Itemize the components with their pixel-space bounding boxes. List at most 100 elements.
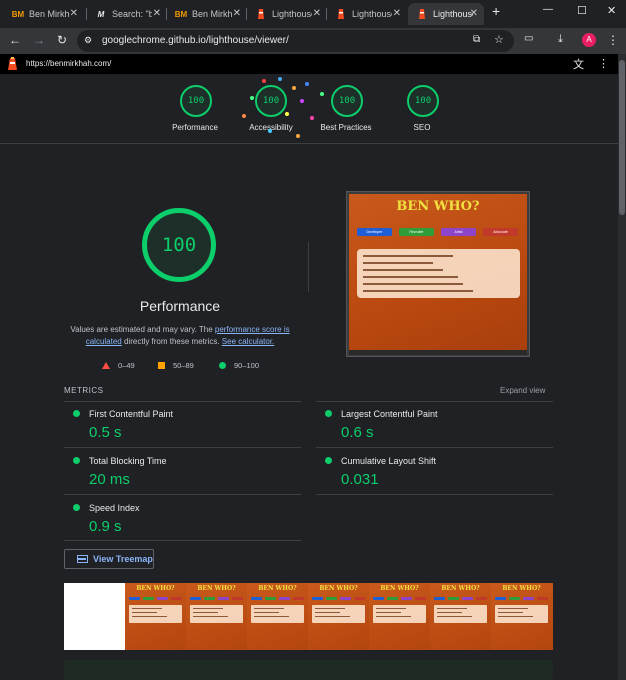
tab-strip: BM Ben Mirkhah ✕ M Search: "b ✕ BM Ben M…: [0, 0, 626, 28]
filmstrip-frame: [64, 583, 125, 650]
side-panel-icon[interactable]: ▭: [524, 33, 533, 44]
tab-title: Search: "b: [112, 9, 152, 19]
performance-score-gauge: 100: [142, 208, 216, 282]
expand-view-toggle[interactable]: Expand view: [500, 386, 545, 395]
back-arrow-icon[interactable]: ←: [9, 33, 21, 47]
maximize-button[interactable]: ☐: [577, 4, 587, 17]
scrollbar-thumb[interactable]: [619, 60, 625, 215]
final-screenshot[interactable]: BEN WHO? Developer Recruiter Artist Advo…: [346, 191, 530, 357]
advocate-button: Advocate: [483, 228, 518, 236]
url-text[interactable]: googlechrome.github.io/lighthouse/viewer…: [102, 35, 289, 46]
close-window-button[interactable]: ✕: [607, 4, 616, 17]
category-summary: 100 Performance 100 Accessibility 100 Be…: [0, 74, 618, 144]
divider: [64, 447, 301, 448]
filmstrip-frame: BEN WHO?: [369, 583, 430, 650]
divider: [316, 494, 553, 495]
intro-card: [357, 249, 520, 298]
close-tab-icon[interactable]: ✕: [233, 8, 241, 19]
reload-icon[interactable]: ↻: [57, 33, 67, 47]
best-practices-gauge[interactable]: 100: [331, 85, 363, 117]
seo-gauge[interactable]: 100: [407, 85, 439, 117]
tab-title: Lighthouse: [433, 9, 473, 19]
tab-search[interactable]: M Search: "b ✕: [87, 3, 167, 25]
note-text: Values are estimated and may vary. The: [70, 325, 215, 334]
download-icon[interactable]: ⤓: [558, 33, 563, 46]
tab-lighthouse-active[interactable]: Lighthouse ✕: [408, 3, 484, 25]
performance-note: Values are estimated and may vary. The p…: [60, 324, 300, 348]
new-tab-button[interactable]: +: [492, 3, 500, 19]
translate-icon[interactable]: 文: [573, 56, 584, 72]
filmstrip-frame: BEN WHO?: [186, 583, 247, 650]
browser-toolbar: ← → ↻ ⚙ googlechrome.github.io/lighthous…: [0, 28, 626, 54]
profile-avatar[interactable]: A: [582, 33, 596, 47]
report-url[interactable]: https://benmirkhah.com/: [26, 59, 111, 68]
address-bar[interactable]: ⚙ googlechrome.github.io/lighthouse/view…: [77, 30, 514, 52]
divider: [64, 540, 301, 541]
performance-gauge[interactable]: 100: [180, 85, 212, 117]
screenshot-taskbar: [349, 350, 527, 355]
report-menu-icon[interactable]: ⋮: [598, 57, 609, 70]
developer-button: Developer: [357, 228, 392, 236]
frame-title: BEN WHO?: [136, 585, 175, 592]
divider: [64, 494, 301, 495]
screenshot-page: BEN WHO? Developer Recruiter Artist Advo…: [349, 194, 527, 350]
install-app-icon[interactable]: ⧉: [473, 34, 480, 45]
bm-favicon-icon: BM: [11, 9, 25, 19]
tab-ben-mirkhah-1[interactable]: BM Ben Mirkhah ✕: [4, 3, 84, 25]
filmstrip: BEN WHO? BEN WHO? BEN WHO? BEN WHO? BEN …: [64, 583, 553, 650]
tab-ben-mirkhah-2[interactable]: BM Ben Mirkh ✕: [167, 3, 247, 25]
frame-title: BEN WHO?: [380, 585, 419, 592]
filmstrip-frame: BEN WHO?: [430, 583, 491, 650]
close-tab-icon[interactable]: ✕: [70, 8, 78, 19]
artist-button: Artist: [441, 228, 476, 236]
note-text: directly from these metrics.: [121, 337, 222, 346]
metric-name: Total Blocking Time: [89, 456, 167, 466]
lighthouse-icon: [335, 8, 347, 20]
legend-label: 90–100: [234, 361, 260, 370]
see-calculator-link[interactable]: See calculator.: [222, 337, 274, 346]
metric-name: Cumulative Layout Shift: [341, 456, 437, 466]
filmstrip-frame: BEN WHO?: [125, 583, 186, 650]
pass-dot-icon: [73, 457, 80, 464]
legend-label: 0–49: [118, 361, 135, 370]
frame-title: BEN WHO?: [258, 585, 297, 592]
view-treemap-button[interactable]: View Treemap: [64, 549, 154, 569]
accessibility-gauge[interactable]: 100: [255, 85, 287, 117]
forward-arrow-icon[interactable]: →: [33, 33, 45, 47]
filmstrip-frame: BEN WHO?: [247, 583, 308, 650]
tab-lighthouse-2[interactable]: Lighthouse ✕: [327, 3, 407, 25]
metric-value: 0.5 s: [89, 424, 122, 441]
frame-title: BEN WHO?: [502, 585, 541, 592]
menu-kebab-icon[interactable]: ⋮: [607, 33, 619, 47]
pass-dot-icon: [325, 410, 332, 417]
close-tab-icon[interactable]: ✕: [393, 8, 401, 19]
tab-title: Ben Mirkhah: [29, 9, 69, 19]
metric-name: Speed Index: [89, 503, 140, 513]
seo-gauge-label[interactable]: SEO: [377, 123, 467, 132]
close-tab-icon[interactable]: ✕: [470, 8, 478, 19]
divider: [316, 401, 553, 402]
metric-name: First Contentful Paint: [89, 409, 174, 419]
pass-dot-icon: [73, 504, 80, 511]
bookmark-star-icon[interactable]: ☆: [494, 33, 504, 46]
lighthouse-icon: [416, 8, 428, 20]
lighthouse-logo-icon: [8, 57, 17, 70]
m-favicon-icon: M: [97, 9, 105, 19]
lighthouse-icon: [255, 8, 267, 20]
square-icon: [158, 362, 165, 369]
tab-title: Lighthouse: [272, 9, 312, 19]
tab-lighthouse-1[interactable]: Lighthouse ✕: [247, 3, 327, 25]
metrics-header: METRICS: [64, 386, 104, 395]
minimize-button[interactable]: —: [543, 4, 553, 15]
metric-value: 0.031: [341, 471, 379, 488]
report-content: 100 Performance 100 Accessibility 100 Be…: [0, 74, 618, 680]
tab-title: Lighthouse: [352, 9, 392, 19]
site-title: BEN WHO?: [396, 199, 480, 214]
site-info-icon[interactable]: ⚙: [84, 35, 92, 46]
pass-dot-icon: [325, 457, 332, 464]
close-tab-icon[interactable]: ✕: [313, 8, 321, 19]
frame-title: BEN WHO?: [319, 585, 358, 592]
close-tab-icon[interactable]: ✕: [153, 8, 161, 19]
pass-dot-icon: [73, 410, 80, 417]
legend-average: 50–89: [158, 361, 194, 370]
